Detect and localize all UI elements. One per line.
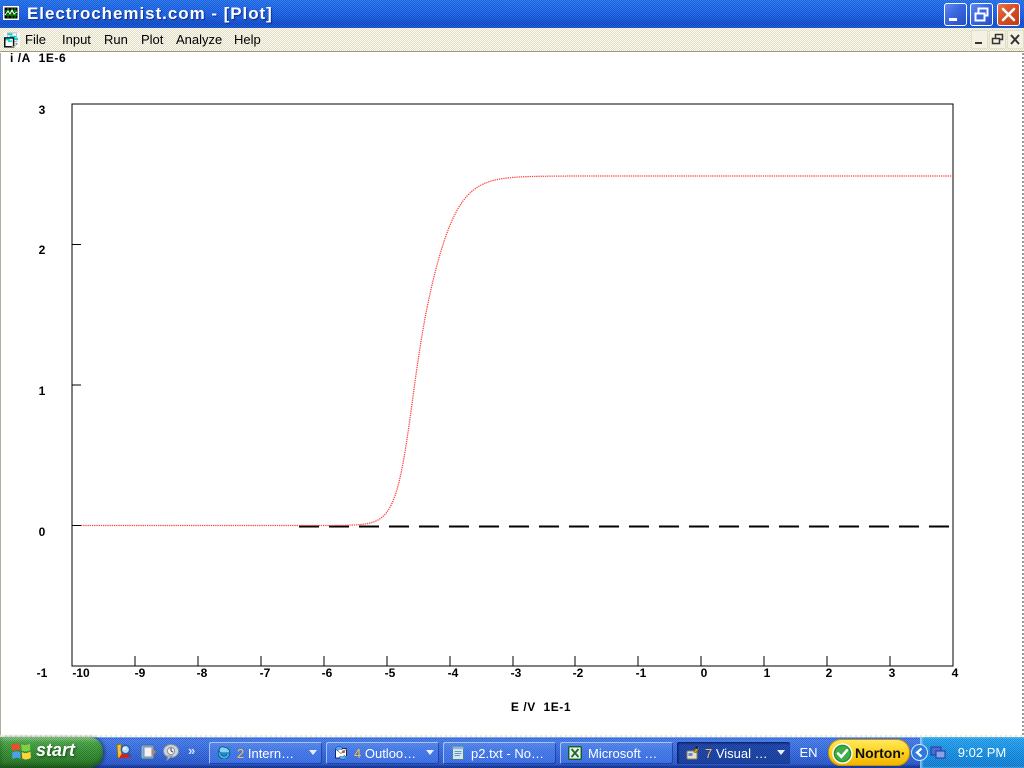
svg-text:-7: -7 [260, 666, 271, 680]
svg-text:-6: -6 [322, 666, 333, 680]
svg-text:-1: -1 [636, 666, 647, 680]
svg-text:2: 2 [39, 243, 46, 257]
svg-text:4: 4 [952, 666, 959, 680]
svg-text:-3: -3 [511, 666, 522, 680]
svg-text:-1: -1 [37, 666, 48, 680]
svg-text:0: 0 [701, 666, 708, 680]
svg-text:1: 1 [764, 666, 771, 680]
svg-text:-9: -9 [135, 666, 146, 680]
svg-text:-2: -2 [573, 666, 584, 680]
svg-text:3: 3 [39, 103, 46, 117]
svg-text:-4: -4 [448, 666, 459, 680]
svg-text:0: 0 [39, 525, 46, 539]
svg-text:1: 1 [39, 384, 46, 398]
svg-text:-5: -5 [385, 666, 396, 680]
svg-text:i /A 1E-6: i /A 1E-6 [10, 51, 66, 65]
svg-text:-8: -8 [197, 666, 208, 680]
svg-text:-10: -10 [72, 666, 90, 680]
svg-text:3: 3 [889, 666, 896, 680]
svg-text:E /V 1E-1: E /V 1E-1 [511, 700, 571, 714]
svg-text:2: 2 [826, 666, 833, 680]
